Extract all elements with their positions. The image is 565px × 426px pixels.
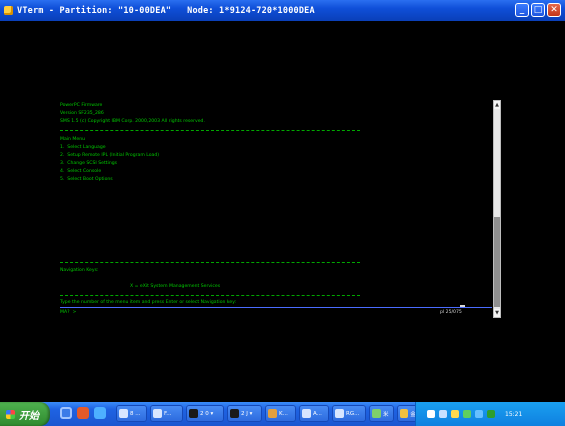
scrollbar-thumb[interactable] xyxy=(494,217,500,307)
task-button[interactable]: A... xyxy=(299,405,329,422)
taskbar: 开始 8 ... F... 2 0 ▾ 2 J ▾ K... A... RG..… xyxy=(0,402,565,426)
instruction-line: Type the number of the menu item and pre… xyxy=(60,300,237,305)
maximize-button[interactable]: □ xyxy=(531,3,545,17)
browser-icon[interactable] xyxy=(60,407,72,419)
keyboard-icon[interactable] xyxy=(427,410,435,418)
system-tray: 15:21 xyxy=(415,402,565,426)
scroll-up-icon[interactable]: ▲ xyxy=(494,101,500,109)
navigation-keys-title: Navigation Keys: xyxy=(60,268,99,273)
terminal-console[interactable]: PowerPC Firmware Version SF235_286 SMS 1… xyxy=(60,100,492,315)
task-button[interactable]: 8 ... xyxy=(116,405,147,422)
app-icon xyxy=(335,409,344,418)
scroll-down-icon[interactable]: ▼ xyxy=(494,309,500,317)
separator xyxy=(60,295,360,296)
document-icon xyxy=(302,409,311,418)
desktop-icon[interactable] xyxy=(94,407,106,419)
clock[interactable]: 15:21 xyxy=(505,411,522,418)
minimize-button[interactable]: _ xyxy=(515,3,529,17)
terminal-app-icon[interactable] xyxy=(4,6,13,15)
app-tray-icon[interactable] xyxy=(487,410,495,418)
window-title-bar[interactable]: VTerm - Partition: "10-00DEA" Node: 1*91… xyxy=(0,0,565,21)
start-label: 开始 xyxy=(19,410,39,422)
window-title: VTerm - Partition: "10-00DEA" Node: 1*91… xyxy=(17,5,315,16)
menu-item-remote-ipl[interactable]: 2. Setup Remote IPL (Initial Program Loa… xyxy=(60,153,159,158)
volume-icon[interactable] xyxy=(475,410,483,418)
windows-logo-icon xyxy=(6,409,15,419)
close-button[interactable]: ✕ xyxy=(547,3,561,17)
media-icon[interactable] xyxy=(77,407,89,419)
firmware-header-line: PowerPC Firmware xyxy=(60,103,103,108)
folder-icon xyxy=(153,409,162,418)
task-button[interactable]: K... xyxy=(265,405,296,422)
status-position: pl 25/075 xyxy=(440,310,462,315)
menu-item-boot-options[interactable]: 5. Select Boot Options xyxy=(60,177,113,182)
task-button[interactable]: 2 J ▾ xyxy=(227,405,262,422)
command-prompt[interactable]: MA? > xyxy=(60,310,76,315)
security-icon[interactable] xyxy=(463,410,471,418)
task-button[interactable]: RG... xyxy=(332,405,366,422)
browser-icon xyxy=(268,409,277,418)
start-button[interactable]: 开始 xyxy=(0,402,50,426)
terminal-icon xyxy=(189,409,198,418)
menu-item-scsi-settings[interactable]: 3. Change SCSI Settings xyxy=(60,161,117,166)
taskbar-buttons: 8 ... F... 2 0 ▾ 2 J ▾ K... A... RG... 米 xyxy=(116,405,424,422)
exit-key-hint: X = eXit System Management Services xyxy=(130,284,221,289)
task-button[interactable]: F... xyxy=(150,405,183,422)
network-icon[interactable] xyxy=(439,410,447,418)
app-icon xyxy=(372,409,381,418)
task-button[interactable]: 米 xyxy=(369,405,394,422)
menu-title: Main Menu xyxy=(60,137,86,142)
terminal-icon xyxy=(230,409,239,418)
menu-item-select-language[interactable]: 1. Select Language xyxy=(60,145,106,150)
vertical-scrollbar[interactable]: ▲ ▼ xyxy=(493,100,501,318)
task-button[interactable]: 2 0 ▾ xyxy=(186,405,224,422)
separator xyxy=(60,130,360,131)
quick-launch xyxy=(60,407,106,419)
menu-item-select-console[interactable]: 4. Select Console xyxy=(60,169,101,174)
firmware-version-line: Version SF235_286 xyxy=(60,111,104,116)
separator xyxy=(60,262,360,263)
notification-icon[interactable] xyxy=(451,410,459,418)
status-line-divider xyxy=(60,307,492,308)
copyright-line: SMS 1.5 (c) Copyright IBM Corp. 2000,200… xyxy=(60,119,205,124)
app-icon xyxy=(400,409,409,418)
folder-icon xyxy=(119,409,128,418)
